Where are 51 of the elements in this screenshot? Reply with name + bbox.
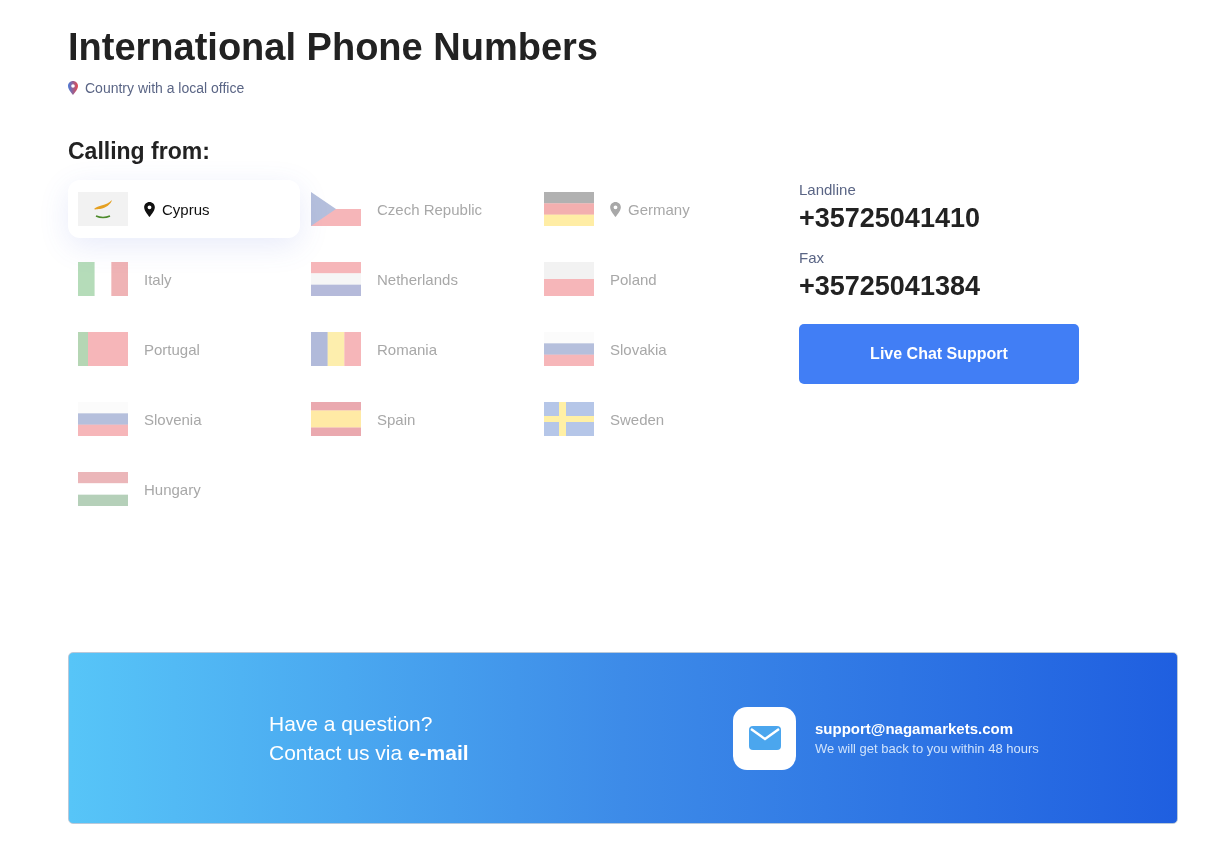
mail-icon xyxy=(733,706,796,770)
country-option[interactable]: Czech Republic xyxy=(301,180,533,238)
phone-number: +35725041384 xyxy=(799,270,981,303)
banner-text: Contact us via e-mail xyxy=(269,740,469,766)
section-heading: Calling from: xyxy=(68,137,210,166)
flag-icon xyxy=(311,332,361,366)
flag-icon xyxy=(544,192,594,226)
country-option[interactable]: Hungary xyxy=(68,460,300,518)
country-option[interactable]: Romania xyxy=(301,320,533,378)
country-name: Romania xyxy=(377,340,438,358)
flag-icon xyxy=(78,192,128,226)
flag-icon xyxy=(311,192,361,226)
country-option[interactable]: Cyprus xyxy=(68,180,300,238)
country-option[interactable]: Spain xyxy=(301,390,533,448)
live-chat-button[interactable]: Live Chat Support xyxy=(799,324,1079,384)
flag-icon xyxy=(78,472,128,506)
flag-icon xyxy=(311,402,361,436)
country-option[interactable]: Sweden xyxy=(534,390,766,448)
flag-icon xyxy=(78,332,128,366)
phone-number: +35725041410 xyxy=(799,202,981,235)
flag-icon xyxy=(544,402,594,436)
country-name: Italy xyxy=(144,270,172,288)
country-name: Netherlands xyxy=(377,270,458,288)
country-name: Slovakia xyxy=(610,340,667,358)
page-title: International Phone Numbers xyxy=(68,25,598,70)
country-option[interactable]: Slovenia xyxy=(68,390,300,448)
country-name: Cyprus xyxy=(162,200,210,218)
country-name: Portugal xyxy=(144,340,200,358)
flag-icon xyxy=(544,262,594,296)
country-option[interactable]: Netherlands xyxy=(301,250,533,308)
flag-icon xyxy=(78,262,128,296)
flag-icon xyxy=(311,262,361,296)
country-option[interactable]: Slovakia xyxy=(534,320,766,378)
country-name: Poland xyxy=(610,270,657,288)
country-name: Czech Republic xyxy=(377,200,483,218)
country-option[interactable]: Italy xyxy=(68,250,300,308)
number-label: Fax xyxy=(799,248,825,268)
country-name: Hungary xyxy=(144,480,201,498)
location-pin-icon xyxy=(68,81,78,95)
country-name: Spain xyxy=(377,410,416,428)
response-note: We will get back to you within 48 hours xyxy=(815,741,1039,756)
banner-text: Have a question? xyxy=(269,711,433,737)
number-label: Landline xyxy=(799,180,857,200)
country-option[interactable]: Poland xyxy=(534,250,766,308)
legend-label: Country with a local office xyxy=(85,80,245,96)
country-name: Slovenia xyxy=(144,410,202,428)
country-name: Sweden xyxy=(610,410,665,428)
email-link[interactable]: support@nagamarkets.com xyxy=(815,720,1039,737)
country-name: Germany xyxy=(628,200,690,218)
country-option[interactable]: Portugal xyxy=(68,320,300,378)
country-option[interactable]: Germany xyxy=(534,180,766,238)
